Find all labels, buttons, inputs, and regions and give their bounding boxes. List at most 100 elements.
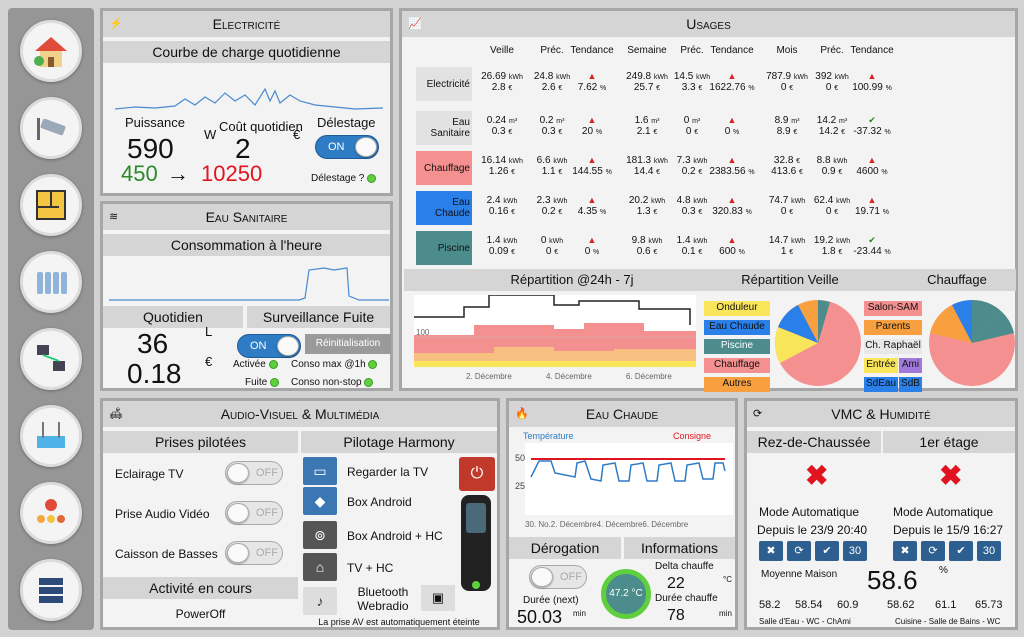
rep-date-3: 6. Décembre xyxy=(626,372,672,381)
camera-nav-button[interactable] xyxy=(20,97,82,159)
usages-trend: ▲ 4.35 % xyxy=(577,195,607,217)
humidity-5: 61.1 xyxy=(935,599,957,611)
usages-title: Usages xyxy=(686,16,731,32)
rep-date-2: 4. Décembre xyxy=(546,372,592,381)
chauf-legend-entree: Entrée xyxy=(864,358,898,373)
music-icon: ♪ xyxy=(316,593,324,609)
server-nav-button[interactable] xyxy=(20,559,82,621)
chauf-legend-salon: Salon-SAM xyxy=(864,301,922,316)
trend-up-icon: ▲ xyxy=(867,155,877,165)
chauf-legend-chraphael: Ch. Raphaël xyxy=(864,339,922,354)
network-nav-button[interactable] xyxy=(20,328,82,390)
usages-trend: ▲ 4600 % xyxy=(856,155,888,177)
duree-next-label: Durée (next) xyxy=(523,595,579,606)
rdc-stop-button[interactable]: ✖ xyxy=(759,541,783,561)
refresh-icon: ⟳ xyxy=(794,545,804,557)
vmc-title: VMC & Humidité xyxy=(831,406,931,422)
derogation-title: Dérogation xyxy=(509,537,621,559)
chauffage-title: Chauffage xyxy=(927,272,987,287)
rdc-30-button[interactable]: 30 xyxy=(843,541,867,561)
rdc-error-icon: ✖ xyxy=(805,460,829,491)
eau-chart-title: Consommation à l'heure xyxy=(103,234,390,256)
harmony-tv-button[interactable]: ▭ xyxy=(303,457,337,485)
eau-chaude-panel: 🔥 Eau Chaude Température Consigne 50 25 3… xyxy=(506,398,738,630)
harmony-android-label: Box Android xyxy=(347,495,412,509)
duree-value: 78 xyxy=(667,607,685,624)
etage-auto-button[interactable]: ⟳ xyxy=(921,541,945,561)
floorplan-nav-button[interactable] xyxy=(20,174,82,236)
usages-trend: ▲ 320.83 % xyxy=(712,195,752,217)
trend-up-icon: ▲ xyxy=(727,155,737,165)
rdc-auto-button[interactable]: ⟳ xyxy=(787,541,811,561)
pool-icon xyxy=(37,422,65,448)
check-icon: ✔ xyxy=(956,545,966,557)
harmony-tv-hc-button[interactable]: ⌂ xyxy=(303,553,337,581)
ec-y-25: 25 xyxy=(515,481,525,491)
rep-axis-100: 100 xyxy=(416,328,430,337)
room-group-2: Cuisine - Salle de Bains - WC xyxy=(895,617,1001,626)
veille-legend-autres: Autres xyxy=(704,377,770,392)
euro-value: 0.18 xyxy=(127,358,182,389)
power-button[interactable]: ⏻ xyxy=(459,457,495,491)
duree-unit: min xyxy=(719,609,732,618)
chauffage-pie-chart xyxy=(929,299,1015,386)
close-icon: ✖ xyxy=(766,545,776,557)
delta-unit: °C xyxy=(723,575,732,584)
moyenne-unit: % xyxy=(939,565,948,576)
rdc-check-button[interactable]: ✔ xyxy=(815,541,839,561)
lightning-icon: ⚡ xyxy=(109,18,123,30)
prises-title: Prises pilotées xyxy=(103,431,298,453)
caisson-label: Caisson de Basses xyxy=(115,547,218,561)
eau-sanitaire-title: Eau Sanitaire xyxy=(205,209,288,225)
litres-unit: L xyxy=(205,324,213,339)
consigne-legend: Consigne xyxy=(673,431,712,441)
house-icon xyxy=(34,37,67,67)
pool-nav-button[interactable] xyxy=(20,405,82,467)
prise-av-toggle[interactable]: OFF xyxy=(225,501,283,525)
reset-button[interactable]: Réinitialisation xyxy=(305,334,391,354)
refresh-icon: ⟳ xyxy=(753,408,763,420)
arrow-icon: → xyxy=(167,161,189,186)
caisson-toggle[interactable]: OFF xyxy=(225,541,283,565)
veille-pie-chart xyxy=(774,299,861,386)
harmony-android-button[interactable]: ◆ xyxy=(303,487,337,515)
eau-sanitaire-panel: ≋ Eau Sanitaire Consommation à l'heure Qu… xyxy=(100,201,393,391)
radio-button[interactable]: ▣ xyxy=(421,585,455,611)
veille-legend-eau-chaude: Eau Chaude xyxy=(704,320,770,335)
check-icon: ✔ xyxy=(822,545,832,557)
status-dot-icon xyxy=(270,377,280,387)
derogation-toggle[interactable]: OFF xyxy=(529,565,587,589)
duree-next-unit: min xyxy=(573,609,586,618)
chart-icon: 📈 xyxy=(408,18,422,30)
sidebar xyxy=(8,8,94,630)
trend-up-icon: ▲ xyxy=(727,195,737,205)
water-icon: ≋ xyxy=(109,211,119,223)
harmony-bluetooth-label: Bluetooth Webradio xyxy=(357,585,409,613)
android-icon: ◆ xyxy=(314,493,326,509)
prise-av-label: Prise Audio Vidéo xyxy=(115,507,210,521)
usages-trend: ▲ 20 % xyxy=(581,115,603,137)
etage-stop-button[interactable]: ✖ xyxy=(893,541,917,561)
humidity-1: 58.2 xyxy=(759,599,781,611)
rdc-mode: Mode Automatique xyxy=(759,505,860,519)
harmony-android-hc-button[interactable]: ⊚ xyxy=(303,521,337,549)
surveillance-label: Surveillance Fuite xyxy=(247,306,390,328)
home-nav-button[interactable] xyxy=(20,20,82,82)
av-note: La prise AV est automatiquement éteinte xyxy=(318,617,480,627)
veille-legend-onduleur: Onduleur xyxy=(704,301,770,316)
eclairage-toggle[interactable]: OFF xyxy=(225,461,283,485)
humidity-3: 60.9 xyxy=(837,599,859,611)
delestage-toggle[interactable]: ON xyxy=(315,135,379,159)
etage-30-button[interactable]: 30 xyxy=(977,541,1001,561)
floorplan-icon xyxy=(36,190,66,220)
harmony-bluetooth-button[interactable]: ♪ xyxy=(303,587,337,615)
etage-check-button[interactable]: ✔ xyxy=(949,541,973,561)
usages-header: Tendance xyxy=(850,45,894,56)
room-group-1: Salle d'Eau - WC - ChAmi xyxy=(759,617,851,626)
surveillance-toggle[interactable]: ON xyxy=(237,334,301,358)
audio-visuel-panel: 🛋 Audio-Visuel & Multimédia Prises piloté… xyxy=(100,398,500,630)
people-map-nav-button[interactable] xyxy=(20,482,82,544)
audio-visuel-title: Audio-Visuel & Multimédia xyxy=(220,406,380,422)
server-icon xyxy=(39,578,63,603)
radiator-nav-button[interactable] xyxy=(20,251,82,313)
